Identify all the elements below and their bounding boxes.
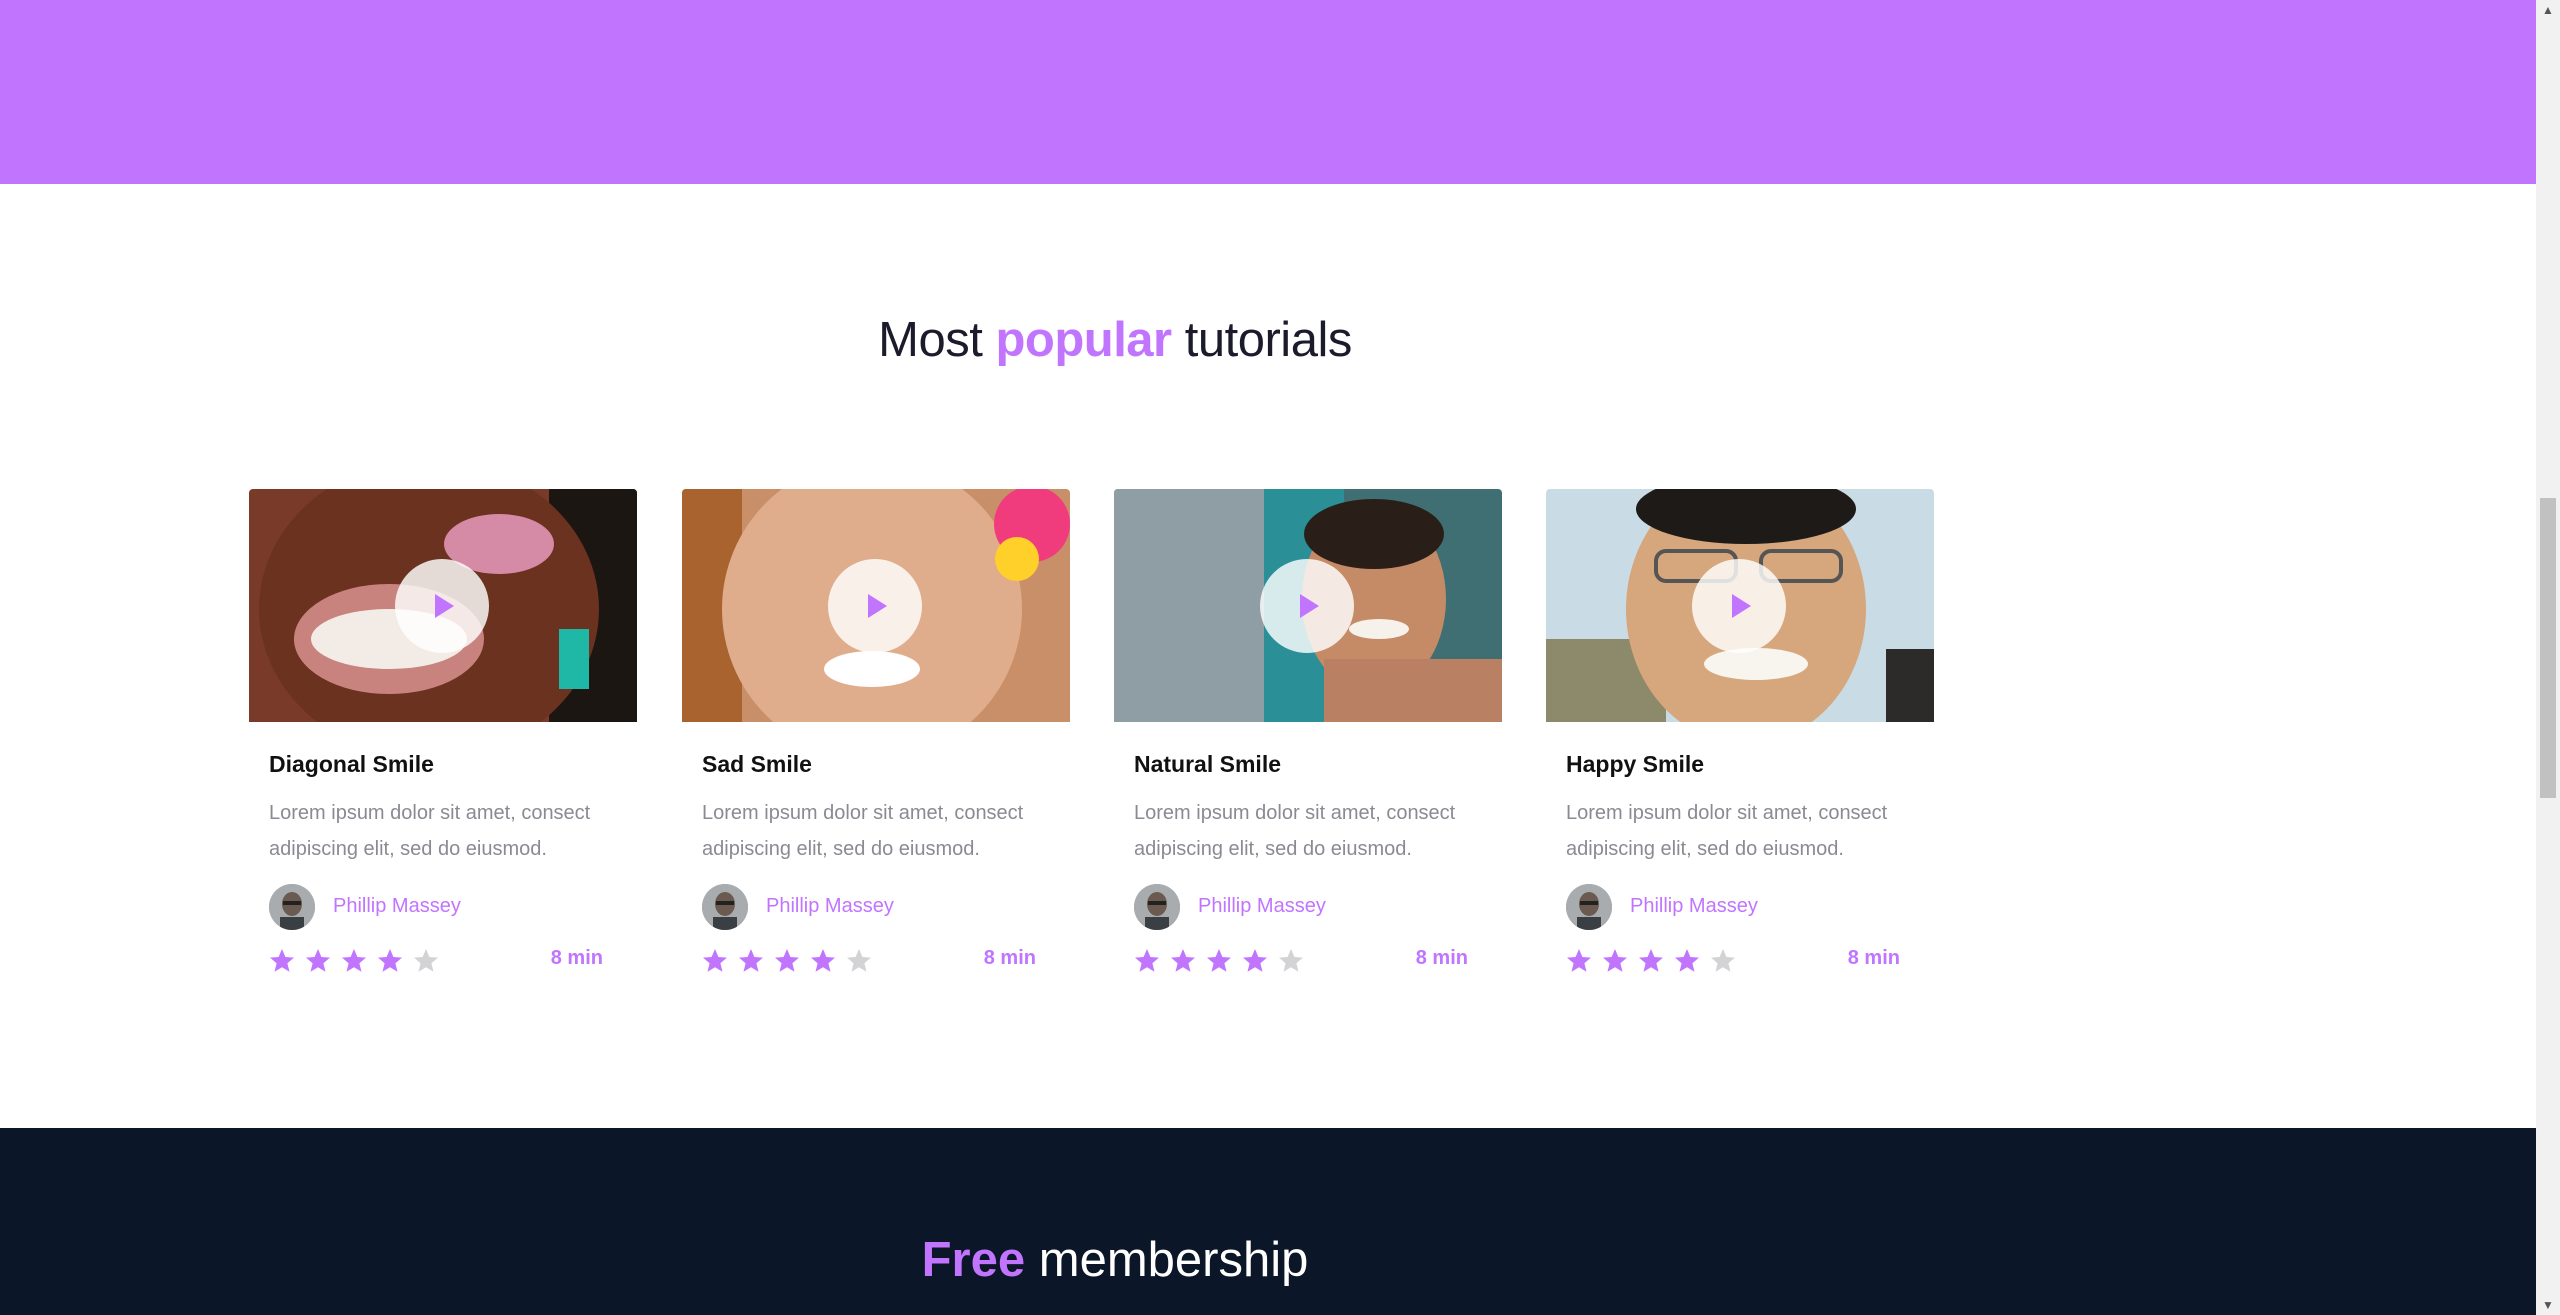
duration: 8 min	[1847, 947, 1900, 969]
section-title: Most popular tutorials	[0, 312, 2230, 368]
card-title[interactable]: Natural Smile	[1134, 751, 1281, 778]
card-description: Lorem ipsum dolor sit amet, consect adip…	[702, 802, 1024, 860]
card-title[interactable]: Happy Smile	[1566, 751, 1704, 778]
star-icon	[703, 949, 727, 972]
star-icon	[847, 949, 871, 972]
play-button[interactable]	[1692, 559, 1786, 653]
star-icon	[1639, 949, 1663, 972]
section-title-post: tutorials	[1171, 313, 1353, 367]
avatar	[1566, 884, 1612, 930]
membership-title-post: membership	[1025, 1233, 1309, 1287]
avatar	[1134, 884, 1180, 930]
section-title-pre: Most	[878, 313, 996, 367]
star-icon	[739, 949, 763, 972]
membership-title-accent: Free	[921, 1233, 1026, 1287]
star-icon	[811, 949, 835, 972]
star-icon	[378, 949, 402, 972]
author-name-link[interactable]: Phillip Massey	[766, 895, 894, 918]
card-description: Lorem ipsum dolor sit amet, consect adip…	[1134, 802, 1456, 860]
star-icon	[306, 949, 330, 972]
scrollbar-thumb[interactable]	[2540, 498, 2556, 798]
section-title-accent: popular	[995, 313, 1172, 367]
play-button[interactable]	[395, 559, 489, 653]
tutorial-card[interactable]: Diagonal Smile Lorem ipsum dolor sit ame…	[249, 489, 637, 999]
hero-band	[0, 0, 2536, 184]
tutorial-card[interactable]: Happy Smile Lorem ipsum dolor sit amet, …	[1546, 489, 1934, 999]
star-icon	[1243, 949, 1267, 972]
star-icon	[342, 949, 366, 972]
star-icon	[270, 949, 294, 972]
tutorial-card[interactable]: Natural Smile Lorem ipsum dolor sit amet…	[1114, 489, 1502, 999]
star-icon	[1711, 949, 1735, 972]
tutorial-thumbnail[interactable]	[1546, 489, 1934, 722]
membership-title: Free membership	[0, 1232, 2230, 1288]
star-icon	[414, 949, 438, 972]
star-icon	[1135, 949, 1159, 972]
card-description: Lorem ipsum dolor sit amet, consect adip…	[269, 802, 591, 860]
tutorial-thumbnail[interactable]	[1114, 489, 1502, 722]
author-name-link[interactable]: Phillip Massey	[333, 895, 461, 918]
play-button[interactable]	[1260, 559, 1354, 653]
star-icon	[1279, 949, 1303, 972]
tutorial-card[interactable]: Sad Smile Lorem ipsum dolor sit amet, co…	[682, 489, 1070, 999]
tutorial-thumbnail[interactable]	[249, 489, 637, 722]
duration: 8 min	[1415, 947, 1468, 969]
star-icon	[1171, 949, 1195, 972]
avatar	[702, 884, 748, 930]
card-title[interactable]: Sad Smile	[702, 751, 812, 778]
star-icon	[1567, 949, 1591, 972]
card-title[interactable]: Diagonal Smile	[269, 751, 434, 778]
star-icon	[1207, 949, 1231, 972]
scroll-down-arrow[interactable]: ▼	[2536, 1295, 2560, 1315]
scroll-up-arrow[interactable]: ▲	[2536, 0, 2560, 20]
star-icon	[1675, 949, 1699, 972]
avatar	[269, 884, 315, 930]
author-name-link[interactable]: Phillip Massey	[1198, 895, 1326, 918]
tutorial-thumbnail[interactable]	[682, 489, 1070, 722]
star-icon	[775, 949, 799, 972]
author-name-link[interactable]: Phillip Massey	[1630, 895, 1758, 918]
card-description: Lorem ipsum dolor sit amet, consect adip…	[1566, 802, 1888, 860]
star-icon	[1603, 949, 1627, 972]
duration: 8 min	[550, 947, 603, 969]
play-button[interactable]	[828, 559, 922, 653]
duration: 8 min	[983, 947, 1036, 969]
page: Most popular tutorials Diagonal Smile Lo…	[0, 0, 2536, 1315]
vertical-scrollbar[interactable]: ▲ ▼	[2536, 0, 2560, 1315]
